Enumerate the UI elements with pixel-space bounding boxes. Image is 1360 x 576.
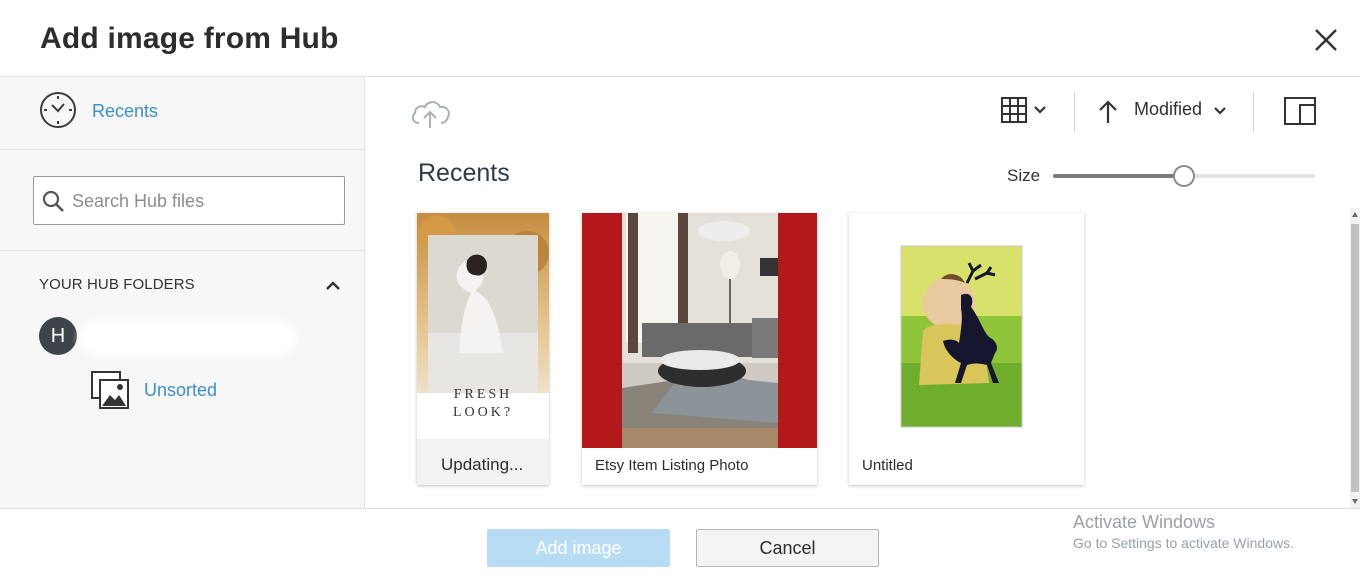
sort-field-dropdown[interactable]: Modified (1134, 99, 1234, 125)
file-name: Etsy Item Listing Photo (595, 457, 749, 474)
file-thumbnail (849, 213, 1084, 448)
slider-fill (1053, 174, 1184, 178)
avatar: H (39, 317, 77, 355)
file-name: Untitled (862, 457, 913, 474)
view-toggle-button[interactable] (999, 95, 1051, 127)
cancel-button[interactable]: Cancel (696, 529, 879, 567)
thumb-text: LOOK? (453, 405, 513, 420)
folders-collapse-button[interactable] (322, 275, 344, 295)
watermark-title: Activate Windows (1073, 512, 1216, 532)
folder-label: Unsorted (144, 380, 218, 400)
thumb-text: FRESH (454, 387, 513, 402)
dialog-title: Add image from Hub (40, 22, 339, 55)
details-panel-button[interactable] (1283, 95, 1319, 129)
add-image-button[interactable]: Add image (487, 529, 670, 567)
sort-direction-button[interactable] (1095, 98, 1121, 126)
upload-button[interactable] (409, 95, 453, 131)
slider-thumb[interactable] (1173, 165, 1195, 187)
scroll-down-arrow-icon[interactable] (1351, 496, 1359, 506)
close-button[interactable] (1308, 22, 1344, 58)
add-image-dialog: Add image from Hub Recents Search Hub fi… (0, 0, 1360, 576)
dialog-header: Add image from Hub (0, 0, 1360, 77)
grid-view-icon (1001, 97, 1046, 123)
toolbar-divider (1253, 92, 1254, 132)
file-grid: FRESH LOOK? Updating... Etsy Item Listin… (365, 213, 1350, 508)
pictures-icon (91, 371, 129, 409)
sidebar-item-label: Recents (92, 101, 159, 121)
size-label: Size (1007, 166, 1041, 185)
main-panel: Modified Recents Size FRESH LOOK? Updati… (365, 77, 1360, 508)
side-panel-icon (1284, 97, 1316, 125)
file-thumbnail (582, 213, 817, 448)
cloud-upload-icon (411, 101, 450, 128)
hub-user-folder[interactable]: H (39, 317, 339, 359)
sort-field-label: Modified (1134, 99, 1203, 119)
sidebar: Recents YOUR HUB FOLDERS H (0, 77, 365, 508)
search-box[interactable] (33, 176, 345, 225)
file-thumbnail: FRESH LOOK? (417, 213, 549, 439)
sidebar-item-recents[interactable]: Recents (0, 77, 364, 150)
scroll-up-arrow-icon[interactable] (1351, 210, 1359, 220)
scrollbar-thumb[interactable] (1351, 224, 1359, 492)
search-area (0, 150, 364, 251)
search-input[interactable] (72, 185, 340, 217)
file-card[interactable]: Etsy Item Listing Photo (582, 213, 817, 485)
size-slider[interactable] (1053, 165, 1315, 187)
folders-heading: YOUR HUB FOLDERS (39, 276, 195, 293)
search-icon (42, 190, 64, 212)
file-card[interactable]: Untitled (849, 213, 1084, 485)
chevron-up-icon (326, 281, 340, 290)
arrow-up-icon (1099, 100, 1117, 123)
redacted-username (85, 327, 290, 349)
activate-windows-watermark: Activate Windows Go to Settings to activ… (1073, 511, 1294, 553)
dialog-footer: Add image Cancel Activate Windows Go to … (0, 508, 1360, 576)
file-card[interactable]: FRESH LOOK? Updating... (417, 213, 549, 485)
scrollbar[interactable] (1350, 208, 1360, 508)
file-name: Updating... (441, 455, 524, 474)
toolbar-divider (1074, 92, 1075, 132)
chevron-down-icon (1214, 107, 1226, 115)
section-title: Recents (418, 159, 510, 187)
close-icon (1315, 29, 1337, 51)
clock-icon (40, 92, 76, 128)
watermark-subtitle: Go to Settings to activate Windows. (1073, 535, 1294, 551)
folder-unsorted[interactable]: Unsorted (90, 368, 290, 412)
